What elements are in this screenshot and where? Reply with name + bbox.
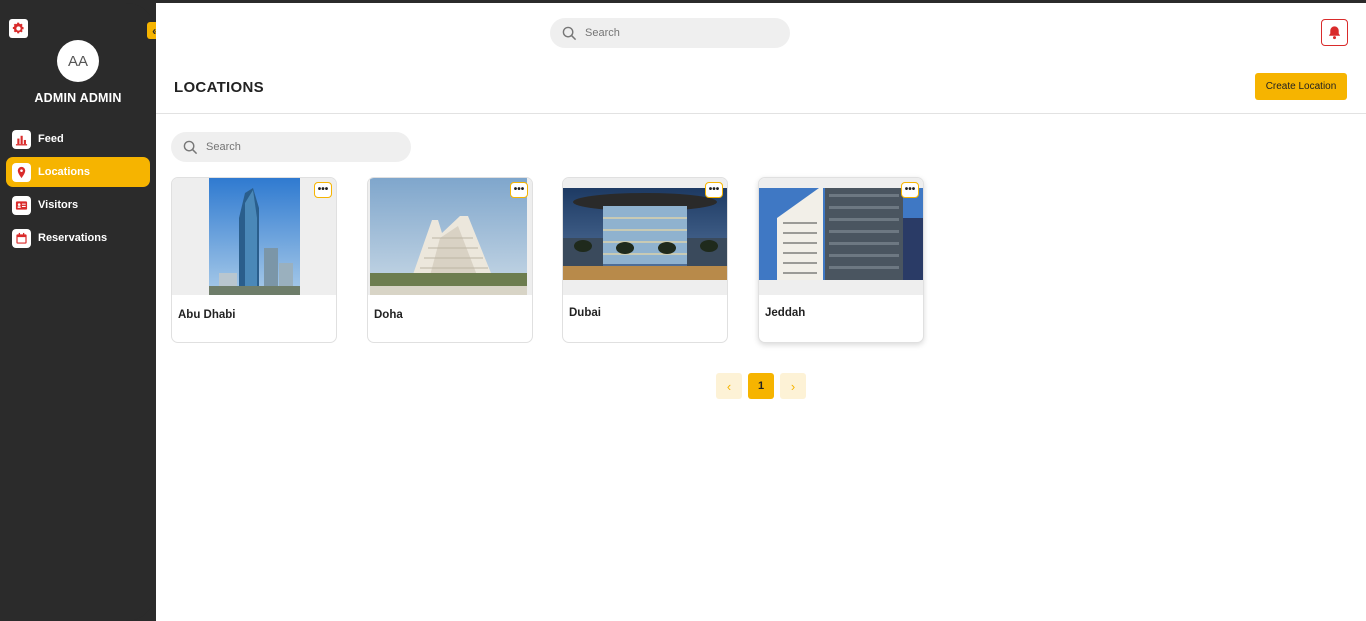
page-title: LOCATIONS xyxy=(174,79,264,96)
prev-page-button[interactable]: ‹ xyxy=(716,373,742,399)
sidebar-item-label: Visitors xyxy=(38,199,79,211)
location-image xyxy=(563,178,727,295)
sidebar-nav: Feed Locations Visitors Reservations xyxy=(6,124,150,256)
location-image xyxy=(368,178,532,295)
card-more-button[interactable]: ••• xyxy=(901,182,919,198)
create-location-button[interactable]: Create Location xyxy=(1255,73,1347,100)
sidebar-item-label: Locations xyxy=(38,166,90,178)
avatar[interactable]: AA xyxy=(57,40,99,82)
location-name: Jeddah xyxy=(765,307,806,319)
global-search[interactable] xyxy=(550,18,790,48)
header-divider xyxy=(156,113,1366,114)
page-button-current[interactable]: 1 xyxy=(748,373,774,399)
locations-search[interactable] xyxy=(171,132,411,162)
locations-search-input[interactable] xyxy=(206,141,386,153)
card-more-button[interactable]: ••• xyxy=(510,182,528,198)
calendar-icon xyxy=(12,228,31,248)
id-card-icon xyxy=(12,195,31,215)
notifications-button[interactable] xyxy=(1321,19,1348,46)
sidebar-item-reservations[interactable]: Reservations xyxy=(6,223,150,253)
map-pin-icon xyxy=(12,162,31,182)
bell-icon xyxy=(1328,26,1341,40)
user-name: ADMIN ADMIN xyxy=(34,91,122,105)
search-icon xyxy=(562,26,577,40)
location-card[interactable]: ••• Jeddah xyxy=(758,177,924,343)
card-more-button[interactable]: ••• xyxy=(314,182,332,198)
sidebar-item-visitors[interactable]: Visitors xyxy=(6,190,150,220)
location-card[interactable]: ••• Dubai xyxy=(562,177,728,343)
next-page-button[interactable]: › xyxy=(780,373,806,399)
sidebar: « AA ADMIN ADMIN Feed Locations Visitors xyxy=(0,3,164,621)
location-name: Dubai xyxy=(569,307,601,319)
location-name: Doha xyxy=(374,309,403,321)
location-card[interactable]: ••• Doha xyxy=(367,177,533,343)
bar-chart-icon xyxy=(12,129,31,149)
location-image xyxy=(759,178,923,295)
location-image xyxy=(172,178,336,295)
location-name: Abu Dhabi xyxy=(178,309,236,321)
pagination: ‹ 1 › xyxy=(716,373,806,399)
main-content: LOCATIONS Create Location ••• Ab xyxy=(156,3,1366,621)
sidebar-item-locations[interactable]: Locations xyxy=(6,157,150,187)
sidebar-item-label: Reservations xyxy=(38,232,108,244)
sidebar-item-label: Feed xyxy=(38,133,64,145)
sidebar-item-feed[interactable]: Feed xyxy=(6,124,150,154)
search-icon xyxy=(183,140,198,154)
card-more-button[interactable]: ••• xyxy=(705,182,723,198)
settings-button[interactable] xyxy=(9,19,28,38)
global-search-input[interactable] xyxy=(585,27,765,39)
gear-icon xyxy=(12,22,24,34)
location-card[interactable]: ••• Abu Dhabi xyxy=(171,177,337,343)
